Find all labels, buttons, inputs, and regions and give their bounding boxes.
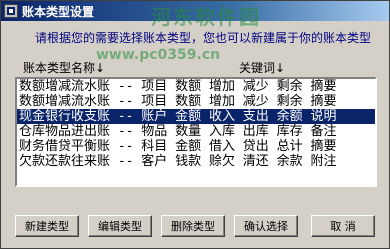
button-bar: 新建类型 编辑类型 删除类型 确认选择 取 消 [15,215,381,237]
list-item[interactable]: 财务借贷平衡账 -- 科目 金额 借入 贷出 总计 摘要 [17,139,375,154]
column-header-keywords[interactable]: 关键词↓ [239,59,285,76]
new-type-button[interactable]: 新建类型 [15,215,79,237]
app-icon [4,4,18,18]
confirm-select-button[interactable]: 确认选择 [234,215,298,237]
edit-type-button[interactable]: 编辑类型 [88,215,152,237]
list-item[interactable]: 数额增减流水账 -- 项目 数额 增加 减少 剩余 摘要 [17,94,375,109]
cancel-button[interactable]: 取 消 [311,215,375,237]
window-title: 账本类型设置 [22,4,95,19]
account-type-dialog: 账本类型设置 河东软件园 请根据您的需要选择账本类型，您也可以新建属于你的账本类… [0,0,390,249]
list-item[interactable]: 数额增减流水账 -- 项目 数额 增加 减少 剩余 摘要 [17,79,375,94]
watermark-url: www.pc0359.cn [96,47,221,63]
watermark-logo: 河东软件园 [151,5,261,29]
account-type-list[interactable]: 数额增减流水账 -- 项目 数额 增加 减少 剩余 摘要 数额增减流水账 -- 项… [15,77,377,187]
list-item[interactable]: 仓库物品进出账 -- 物品 数量 入库 出库 库存 备注 [17,124,375,139]
column-header-name[interactable]: 账本类型名称↓ [23,59,105,76]
list-item[interactable]: 欠款还款往来账 -- 客户 钱款 赊欠 清还 余款 附注 [17,154,375,169]
delete-type-button[interactable]: 删除类型 [161,215,225,237]
hint-text: 请根据您的需要选择账本类型，您也可以新建属于你的账本类型 [35,31,372,45]
list-item[interactable]: 现金银行收支账 -- 账户 金额 收入 支出 余额 说明 [17,109,375,124]
